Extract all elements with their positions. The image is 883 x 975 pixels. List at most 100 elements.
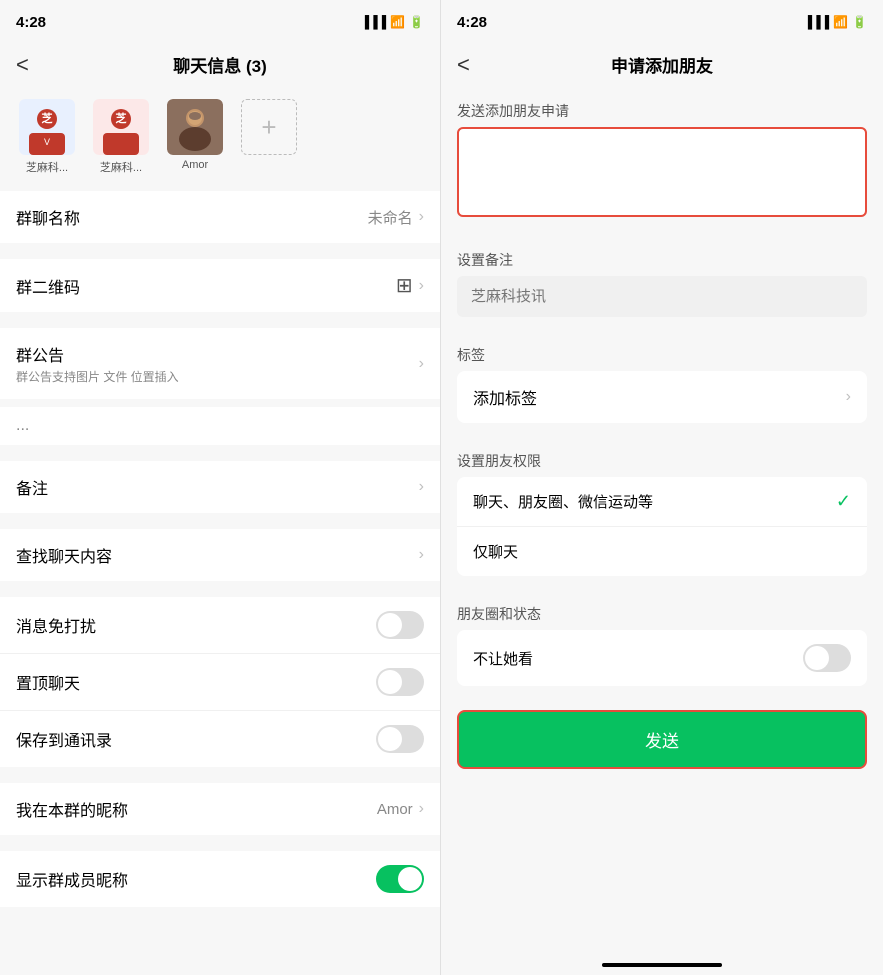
left-time: 4:28 (16, 14, 46, 31)
remark-label: 设置备注 (457, 238, 867, 270)
signal-icon: ▐▐▐ (804, 15, 830, 29)
home-indicator (602, 963, 722, 967)
moments-item[interactable]: 不让她看 (457, 630, 867, 686)
show-members-toggle[interactable] (376, 865, 424, 893)
wifi-icon: 📶 (390, 15, 405, 29)
chevron-icon: › (419, 277, 424, 295)
do-not-disturb-toggle[interactable] (376, 611, 424, 639)
chevron-icon: › (419, 800, 424, 818)
group-name-item[interactable]: 群聊名称 未命名 › (0, 191, 440, 243)
add-tag-label: 添加标签 (473, 385, 537, 409)
qr-icon: ⊞ (396, 273, 413, 298)
left-back-button[interactable]: < (16, 52, 29, 78)
search-chat-label: 查找聊天内容 (16, 543, 112, 567)
add-tag-item[interactable]: 添加标签 › (457, 371, 867, 423)
signal-icon: ▐▐▐ (361, 15, 387, 29)
member-item[interactable]: 芝 芝麻科... (90, 99, 152, 175)
wifi-icon: 📶 (833, 15, 848, 29)
nickname-item[interactable]: 我在本群的昵称 Amor › (0, 783, 440, 835)
chevron-icon: › (419, 546, 424, 564)
send-request-section: 发送添加朋友申请 (457, 89, 867, 222)
send-request-label: 发送添加朋友申请 (457, 89, 867, 121)
nickname-section: 我在本群的昵称 Amor › (0, 783, 440, 835)
permission-chat-label: 仅聊天 (473, 541, 518, 562)
check-icon: ✓ (836, 491, 851, 512)
group-notice-label: 群公告 (16, 342, 179, 366)
pin-chat-item[interactable]: 置顶聊天 (0, 654, 440, 711)
permission-item-full[interactable]: 聊天、朋友圈、微信运动等 ✓ (457, 477, 867, 527)
member-item[interactable]: Amor (164, 99, 226, 171)
svg-text:芝: 芝 (116, 111, 127, 125)
remark-input[interactable] (457, 276, 867, 317)
send-request-textarea[interactable] (457, 127, 867, 217)
divider (0, 251, 440, 259)
remark-item[interactable]: 备注 › (0, 461, 440, 513)
left-header-title: 聊天信息 (3) (173, 52, 267, 77)
tag-section: 添加标签 › (457, 371, 867, 423)
member-item[interactable]: 芝 V 芝麻科... (16, 99, 78, 175)
right-status-bar: 4:28 ▐▐▐ 📶 🔋 (441, 0, 883, 44)
tag-form-section: 标签 添加标签 › (457, 333, 867, 423)
save-contact-toggle[interactable] (376, 725, 424, 753)
chevron-icon: › (419, 478, 424, 496)
search-chat-section: 查找聊天内容 › (0, 529, 440, 581)
settings-list: 群聊名称 未命名 › 群二维码 ⊞ › 群公告 (0, 191, 440, 975)
group-name-label: 群聊名称 (16, 205, 80, 229)
group-name-value: 未命名 (368, 207, 413, 228)
group-notice-section: 群公告 群公告支持图片 文件 位置插入 › (0, 328, 440, 399)
right-time: 4:28 (457, 14, 487, 31)
member-name: 芝麻科... (26, 159, 68, 175)
right-header-title: 申请添加朋友 (611, 52, 713, 77)
show-members-item[interactable]: 显示群成员昵称 (0, 851, 440, 907)
right-content: 发送添加朋友申请 设置备注 标签 添加标签 › 设置朋友权限 聊天、朋友圈、微信… (441, 89, 883, 955)
do-not-disturb-item[interactable]: 消息免打扰 (0, 597, 440, 654)
left-status-bar: 4:28 ▐▐▐ 📶 🔋 (0, 0, 440, 44)
toggles-section: 消息免打扰 置顶聊天 保存到通讯录 (0, 597, 440, 767)
divider (0, 589, 440, 597)
remark-label: 备注 (16, 475, 48, 499)
group-qr-label: 群二维码 (16, 274, 80, 298)
nickname-value: Amor (377, 801, 413, 818)
permission-section: 聊天、朋友圈、微信运动等 ✓ 仅聊天 (457, 477, 867, 576)
search-chat-item[interactable]: 查找聊天内容 › (0, 529, 440, 581)
moments-label: 朋友圈和状态 (457, 592, 867, 624)
group-qr-right: ⊞ › (396, 273, 424, 298)
left-status-icons: ▐▐▐ 📶 🔋 (361, 15, 424, 29)
divider (0, 521, 440, 529)
svg-text:V: V (44, 137, 50, 147)
moments-form-section: 朋友圈和状态 不让她看 (457, 592, 867, 686)
pin-chat-label: 置顶聊天 (16, 670, 80, 694)
show-members-section: 显示群成员昵称 (0, 851, 440, 907)
remark-section: 设置备注 (457, 238, 867, 317)
send-button[interactable]: 发送 (457, 710, 867, 769)
nickname-label: 我在本群的昵称 (16, 797, 128, 821)
avatar (167, 99, 223, 155)
group-notice-sub: 群公告支持图片 文件 位置插入 (16, 368, 179, 385)
pin-chat-toggle[interactable] (376, 668, 424, 696)
ellipsis-section: ... (0, 407, 440, 445)
ellipsis-row: ... (0, 407, 440, 445)
divider (0, 843, 440, 851)
avatar: 芝 (93, 99, 149, 155)
moments-option-label: 不让她看 (473, 648, 533, 669)
save-contact-item[interactable]: 保存到通讯录 (0, 711, 440, 767)
right-back-button[interactable]: < (457, 52, 470, 78)
member-name: 芝麻科... (100, 159, 142, 175)
battery-icon: 🔋 (852, 15, 867, 29)
chevron-icon: › (419, 355, 424, 373)
remark-section: 备注 › (0, 461, 440, 513)
battery-icon: 🔋 (409, 15, 424, 29)
group-qr-item[interactable]: 群二维码 ⊞ › (0, 259, 440, 312)
group-name-section: 群聊名称 未命名 › (0, 191, 440, 243)
add-icon: + (241, 99, 297, 155)
nickname-right: Amor › (377, 800, 424, 818)
add-member-button[interactable]: + (238, 99, 300, 155)
do-not-disturb-label: 消息免打扰 (16, 613, 96, 637)
group-notice-item[interactable]: 群公告 群公告支持图片 文件 位置插入 › (0, 328, 440, 399)
divider (0, 320, 440, 328)
permission-item-chat[interactable]: 仅聊天 (457, 527, 867, 576)
moments-toggle[interactable] (803, 644, 851, 672)
divider (0, 775, 440, 783)
permission-label: 设置朋友权限 (457, 439, 867, 471)
right-panel: 4:28 ▐▐▐ 📶 🔋 < 申请添加朋友 发送添加朋友申请 设置备注 标签 添… (441, 0, 883, 975)
